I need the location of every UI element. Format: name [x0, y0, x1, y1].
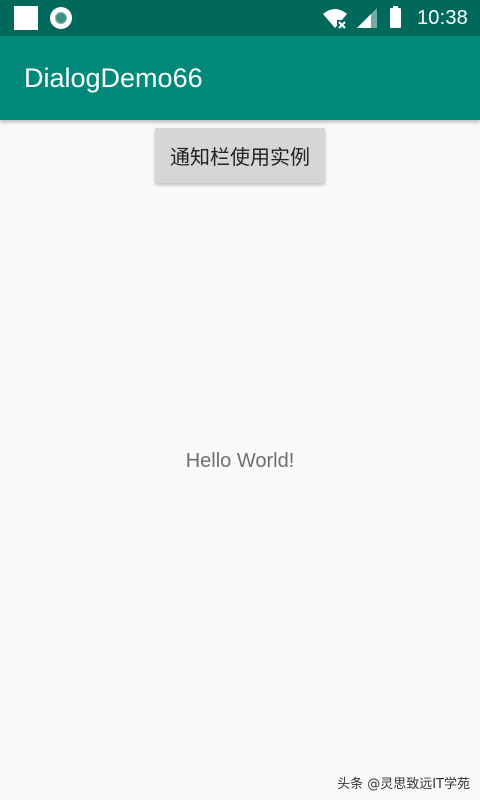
app-title: DialogDemo66 [24, 63, 203, 93]
system-icons: 10:38 [322, 0, 468, 36]
notification-ring-icon [50, 7, 72, 29]
battery-icon [389, 6, 401, 28]
wifi-no-internet-icon [322, 7, 348, 29]
app-bar: DialogDemo66 [0, 36, 480, 120]
cellular-signal-icon [356, 7, 378, 29]
watermark: 头条 @灵思致远IT学苑 [337, 777, 470, 792]
hello-world-text: Hello World! [185, 450, 295, 472]
notification-square-icon [14, 6, 38, 30]
status-bar: 10:38 [0, 0, 480, 36]
notification-icons [14, 6, 72, 30]
notification-demo-button[interactable]: 通知栏使用实例 [155, 128, 325, 183]
status-time: 10:38 [416, 6, 468, 29]
